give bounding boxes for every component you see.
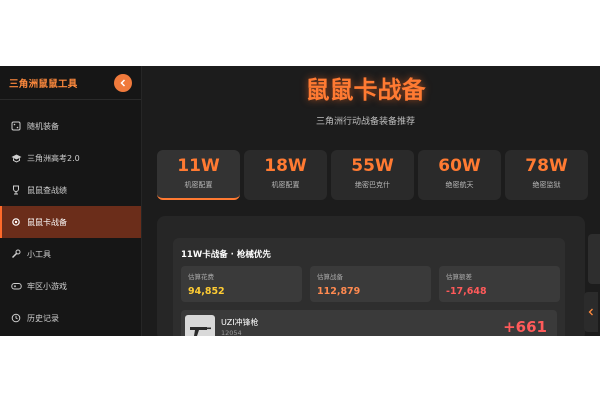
sidebar-item-label: 历史记录 xyxy=(27,313,59,323)
chevron-left-icon xyxy=(588,308,593,316)
stat-value: 112,879 xyxy=(317,286,361,297)
tier-price: 60W xyxy=(438,156,481,176)
weapon-thumbnail xyxy=(185,315,215,336)
wrench-icon xyxy=(10,248,22,260)
stat-estimated-gear: 估算战备 112,879 xyxy=(310,266,431,302)
tier-tab-18w[interactable]: 18W 机密配置 xyxy=(244,150,327,200)
tier-tab-60w[interactable]: 60W 绝密航天 xyxy=(418,150,501,200)
sidebar: 三角洲鼠鼠工具 随机装备 三角洲高考2.0 鼠鼠查战绩 鼠鼠卡战备 小工具 牢区… xyxy=(0,66,142,336)
sidebar-item-history[interactable]: 历史记录 xyxy=(0,302,141,334)
sidebar-item-stats[interactable]: 鼠鼠查战绩 xyxy=(0,174,141,206)
history-icon xyxy=(10,312,22,324)
gamepad-icon xyxy=(10,280,22,292)
sidebar-item-minigame[interactable]: 牢区小游戏 xyxy=(0,270,141,302)
app-window: 三角洲鼠鼠工具 随机装备 三角洲高考2.0 鼠鼠查战绩 鼠鼠卡战备 小工具 牢区… xyxy=(0,66,600,336)
sidebar-item-label: 随机装备 xyxy=(27,121,59,131)
page-title: 鼠鼠卡战备 xyxy=(305,76,426,104)
sidebar-header: 三角洲鼠鼠工具 xyxy=(0,66,141,100)
tier-tab-55w[interactable]: 55W 绝密巴克什 xyxy=(331,150,414,200)
stat-value: -17,648 xyxy=(446,286,487,297)
weapon-code: 12054 xyxy=(221,329,242,336)
scroll-right-button[interactable] xyxy=(584,292,598,332)
dice-icon xyxy=(10,120,22,132)
trophy-icon xyxy=(10,184,22,196)
side-panel-handle[interactable] xyxy=(588,234,600,284)
tier-label: 机密配置 xyxy=(184,181,213,189)
sidebar-item-loadout[interactable]: 鼠鼠卡战备 xyxy=(0,206,141,238)
collapse-sidebar-button[interactable] xyxy=(114,73,132,92)
main-content: 鼠鼠卡战备 三角洲行动战备装备推荐 11W 机密配置 18W 机密配置 55W … xyxy=(143,66,600,336)
app-title: 三角洲鼠鼠工具 xyxy=(9,78,78,90)
stat-label: 估算花费 xyxy=(188,273,214,281)
tier-price: 78W xyxy=(525,156,568,176)
sidebar-item-exam[interactable]: 三角洲高考2.0 xyxy=(0,142,141,174)
stat-estimated-cost: 估算花费 94,852 xyxy=(181,266,302,302)
sidebar-item-label: 牢区小游戏 xyxy=(27,281,67,291)
weapon-row[interactable]: UZI冲锋枪 12054 +661 xyxy=(181,310,557,336)
tier-price: 55W xyxy=(351,156,394,176)
chevron-left-icon xyxy=(120,78,126,87)
stat-label: 估算额差 xyxy=(446,273,472,281)
weapon-gain: +661 xyxy=(503,318,547,336)
loadout-card: 11W卡战备 · 枪械优先 估算花费 94,852 估算战备 112,879 估… xyxy=(157,216,585,336)
sidebar-item-label: 小工具 xyxy=(27,249,51,259)
stat-value: 94,852 xyxy=(188,286,225,297)
tier-label: 绝密航天 xyxy=(445,181,474,189)
tier-price: 18W xyxy=(264,156,307,176)
sidebar-item-label: 鼠鼠查战绩 xyxy=(27,185,67,195)
sidebar-item-random-gear[interactable]: 随机装备 xyxy=(0,110,141,142)
sidebar-item-tools[interactable]: 小工具 xyxy=(0,238,141,270)
sidebar-nav: 随机装备 三角洲高考2.0 鼠鼠查战绩 鼠鼠卡战备 小工具 牢区小游戏 历史记录 xyxy=(0,100,141,334)
tier-label: 绝密巴克什 xyxy=(355,181,390,189)
sidebar-item-label: 三角洲高考2.0 xyxy=(27,153,80,163)
stat-estimated-diff: 估算额差 -17,648 xyxy=(439,266,560,302)
loadout-panel: 11W卡战备 · 枪械优先 估算花费 94,852 估算战备 112,879 估… xyxy=(173,238,565,336)
page-subtitle: 三角洲行动战备装备推荐 xyxy=(315,117,415,127)
tier-tab-78w[interactable]: 78W 绝密监狱 xyxy=(505,150,588,200)
loadout-title: 11W卡战备 · 枪械优先 xyxy=(181,250,271,260)
tier-label: 绝密监狱 xyxy=(532,181,561,189)
graduation-cap-icon xyxy=(10,152,22,164)
stat-label: 估算战备 xyxy=(317,273,343,281)
tier-label: 机密配置 xyxy=(271,181,300,189)
gear-icon xyxy=(10,216,22,228)
tier-price: 11W xyxy=(177,156,220,176)
weapon-name: UZI冲锋枪 xyxy=(221,318,259,327)
tier-tab-11w[interactable]: 11W 机密配置 xyxy=(157,150,240,200)
sidebar-item-label: 鼠鼠卡战备 xyxy=(27,217,67,227)
smg-icon xyxy=(190,327,211,336)
tier-tabs: 11W 机密配置 18W 机密配置 55W 绝密巴克什 60W 绝密航天 78W… xyxy=(157,150,588,200)
